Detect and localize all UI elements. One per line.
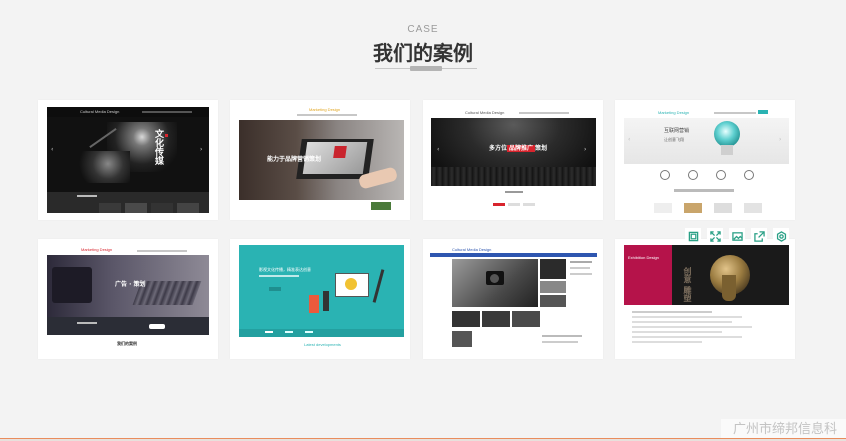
case-thumbnail-8: Exhibition Design 创意 雕塑 — [624, 245, 789, 353]
card-toolbar — [685, 228, 789, 246]
case-logo-2: Marketing Design — [309, 107, 341, 112]
frame-icon[interactable] — [685, 228, 701, 244]
carousel-next-icon[interactable]: › — [584, 147, 586, 153]
carousel-prev-icon[interactable]: ‹ — [437, 147, 439, 153]
case-logo-4: Marketing Design — [658, 110, 690, 115]
case-caption-5: 我们的案例 — [117, 341, 137, 346]
case-caption-6: Latest developments — [304, 342, 341, 347]
case-card-6[interactable]: 影视文化传播，精准表达创意 Latest developments — [230, 239, 410, 359]
settings-icon[interactable] — [773, 228, 789, 244]
expand-icon[interactable] — [707, 228, 723, 244]
case-logo-1: Cultural Media Design — [80, 109, 120, 114]
case-card-8[interactable]: Exhibition Design 创意 雕塑 — [615, 239, 795, 359]
case-banner-6: 影视文化传播，精准表达创意 — [259, 267, 311, 272]
title-divider-accent — [410, 66, 442, 71]
case-logo-5: Marketing Design — [81, 247, 113, 252]
case-thumbnail-3: Cultural Media Design 多方位 品牌推广 策划 ‹ › — [431, 107, 596, 213]
carousel-next-icon[interactable]: › — [200, 147, 202, 153]
bottom-accent-line — [0, 438, 846, 439]
section-header: CASE 我们的案例 — [0, 24, 846, 66]
case-thumbnail-7: Cultural Media Design — [430, 245, 597, 353]
case-logo-8: Exhibition Design — [628, 255, 659, 260]
case-thumbnail-6: 影视文化传播，精准表达创意 Latest developments — [239, 245, 404, 353]
case-card-4[interactable]: Marketing Design 互联网营销 让创意飞翔 ‹ › — [615, 100, 795, 220]
image-icon[interactable] — [729, 228, 745, 244]
case-banner-1: 文化传媒 — [153, 129, 163, 165]
case-thumbnail-2: Marketing Design 能力于品牌营销策划 — [239, 106, 404, 214]
carousel-prev-icon[interactable]: ‹ — [51, 147, 53, 153]
carousel-next-icon[interactable]: › — [779, 137, 781, 143]
case-card-5[interactable]: Marketing Design 广告 · 策划 我们的案例 — [38, 239, 218, 359]
export-icon[interactable] — [751, 228, 767, 244]
case-banner-2: 能力于品牌营销策划 — [267, 156, 322, 163]
case-card-3[interactable]: Cultural Media Design 多方位 品牌推广 策划 ‹ › — [423, 100, 603, 220]
case-banner-4b: 让创意飞翔 — [664, 137, 684, 142]
case-banner-5: 广告 · 策划 — [115, 281, 146, 288]
carousel-prev-icon[interactable]: ‹ — [628, 137, 630, 143]
case-thumbnail-1: Cultural Media Design 文化传媒 ‹ › — [47, 107, 209, 213]
section-title: 我们的案例 — [373, 41, 473, 65]
case-banner-3: 多方位 品牌推广 策划 — [489, 145, 548, 152]
case-logo-7: Cultural Media Design — [452, 247, 492, 252]
case-logo-3: Cultural Media Design — [465, 110, 505, 115]
case-card-2[interactable]: Marketing Design 能力于品牌营销策划 — [230, 100, 410, 220]
section-subtitle: CASE — [407, 24, 439, 35]
case-card-7[interactable]: Cultural Media Design — [423, 239, 603, 359]
case-banner-4a: 互联网营销 — [664, 128, 690, 134]
case-thumbnail-4: Marketing Design 互联网营销 让创意飞翔 ‹ › — [624, 107, 789, 213]
case-card-1[interactable]: Cultural Media Design 文化传媒 ‹ › — [38, 100, 218, 220]
case-banner-8: 创意 雕塑 — [683, 267, 692, 302]
case-thumbnail-5: Marketing Design 广告 · 策划 我们的案例 — [47, 245, 209, 353]
